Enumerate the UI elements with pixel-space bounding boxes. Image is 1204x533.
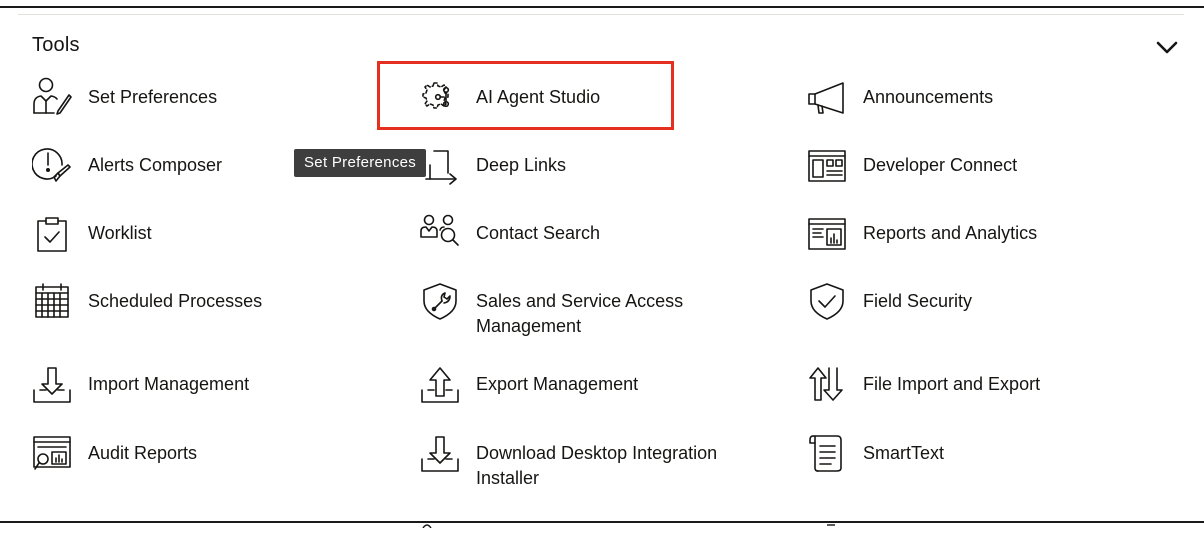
- tool-file-import-export[interactable]: File Import and Export: [807, 364, 1107, 404]
- tool-label: Worklist: [88, 223, 152, 243]
- collapse-button[interactable]: [1154, 38, 1180, 58]
- report-chart-icon: [807, 213, 847, 253]
- tool-label: Sales and Service Access Management: [476, 291, 684, 336]
- tool-developer-connect[interactable]: Developer Connect: [807, 145, 1107, 185]
- tool-set-preferences[interactable]: Set Preferences: [32, 77, 332, 117]
- tool-reports-analytics[interactable]: Reports and Analytics: [807, 213, 1107, 253]
- export-tray-icon: [420, 364, 460, 404]
- tool-label: Set Preferences: [88, 87, 218, 107]
- megaphone-icon: [807, 77, 847, 117]
- panel-divider: [18, 14, 1184, 15]
- panel-top-border: [0, 6, 1204, 8]
- tool-label: Deep Links: [476, 155, 567, 175]
- import-tray-icon: [32, 364, 72, 404]
- people-search-icon: [420, 213, 460, 253]
- audit-report-icon: [32, 433, 72, 473]
- ai-gear-icon: [420, 77, 460, 117]
- tool-label: Contact Search: [476, 223, 601, 243]
- tool-label: Download Desktop Integration Installer: [476, 443, 718, 488]
- tool-import-management[interactable]: Import Management: [32, 364, 332, 404]
- tool-label: Scheduled Processes: [88, 291, 263, 311]
- tool-label: Field Security: [863, 291, 973, 311]
- tool-label: Developer Connect: [863, 155, 1018, 175]
- tool-label: Reports and Analytics: [863, 223, 1038, 243]
- tool-smarttext[interactable]: SmartText: [807, 433, 1107, 473]
- person-pencil-icon: [32, 77, 72, 117]
- tool-download-desktop-integration[interactable]: Download Desktop Integration Installer: [420, 433, 740, 493]
- tool-label: Alerts Composer: [88, 155, 223, 175]
- panel-bottom-border: [0, 521, 1204, 523]
- section-title: Tools: [32, 34, 80, 56]
- tool-audit-reports[interactable]: Audit Reports: [32, 433, 332, 473]
- shield-wrench-icon: [420, 281, 460, 321]
- tool-export-management[interactable]: Export Management: [420, 364, 720, 404]
- tool-label: Export Management: [476, 374, 639, 394]
- calendar-icon: [32, 281, 72, 321]
- up-down-arrows-icon: [807, 364, 847, 404]
- developer-panel-icon: [807, 145, 847, 185]
- scroll-document-icon: [807, 433, 847, 473]
- tool-label: Audit Reports: [88, 443, 198, 463]
- download-tray-icon: [420, 433, 460, 473]
- tool-deep-links[interactable]: Deep Links: [420, 145, 660, 185]
- tool-field-security[interactable]: Field Security: [807, 281, 1107, 321]
- tool-announcements[interactable]: Announcements: [807, 77, 1107, 117]
- tooltip: Set Preferences: [294, 149, 427, 177]
- tool-ai-agent-studio[interactable]: AI Agent Studio: [420, 77, 660, 117]
- tool-worklist[interactable]: Worklist: [32, 213, 332, 253]
- tool-label: AI Agent Studio: [476, 87, 601, 107]
- shield-check-icon: [807, 281, 847, 321]
- alert-wrench-icon: [32, 145, 72, 185]
- tool-label: SmartText: [863, 443, 945, 463]
- tool-sales-service-access[interactable]: Sales and Service Access Management: [420, 281, 720, 341]
- tool-label: Announcements: [863, 87, 994, 107]
- chevron-down-icon: [1156, 41, 1178, 54]
- tool-contact-search[interactable]: Contact Search: [420, 213, 660, 253]
- tool-alerts-composer[interactable]: Alerts Composer: [32, 145, 332, 185]
- tool-label: Import Management: [88, 374, 250, 394]
- tool-label: File Import and Export: [863, 374, 1041, 394]
- tool-scheduled-processes[interactable]: Scheduled Processes: [32, 281, 332, 321]
- clipboard-check-icon: [32, 213, 72, 253]
